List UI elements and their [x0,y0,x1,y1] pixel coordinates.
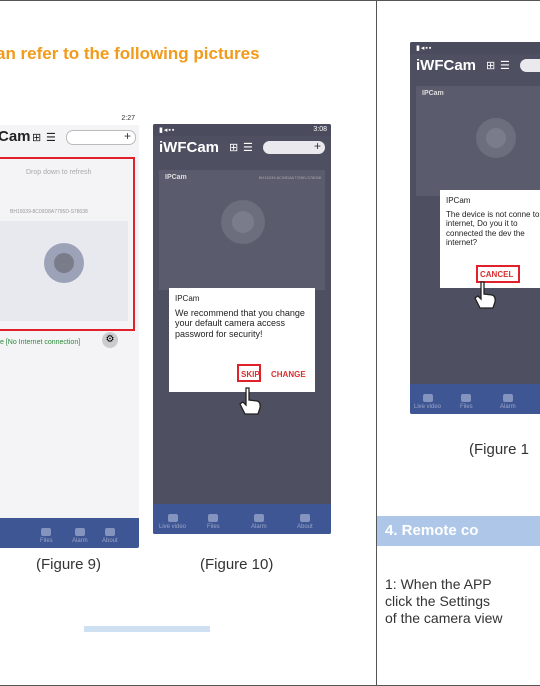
search-bar[interactable] [263,139,325,154]
tab-live-video[interactable]: Live video [159,514,186,530]
alarm-icon [74,528,85,536]
caption-figure-9: (Figure 9) [36,556,102,573]
about-icon [104,528,115,536]
status-bar: 2:27 [0,113,139,125]
phone-figure-10: ▮◂▪▪ 3:08 iWFCam ⊞ ☰ IPCam BH15039-8C09D… [153,124,331,534]
device-id: BH15039-8C09D8A7795D-S78038 [10,209,88,215]
grid-icon[interactable]: ⊞ [32,131,41,144]
tab-bar: Files Alarm About [0,518,139,548]
camera-card[interactable]: IPCam [416,86,540,196]
camera-icon [476,118,516,158]
right-column: ▮◂▪▪ iWFCam ⊞ ☰ IPCam IPCam The device i… [377,0,540,686]
folder-icon [41,528,52,536]
pointing-hand-icon [474,281,496,309]
dialog-message: We recommend that you change your defaul… [175,307,305,340]
app-bar: iWFCam ⊞ ☰ [410,54,540,78]
connect-dialog: IPCam The device is not conne to the int… [440,190,540,288]
play-icon [422,394,433,402]
highlight-box [237,364,261,382]
tab-files[interactable]: Files [207,514,220,530]
status-bar: ▮◂▪▪ 3:08 [153,124,331,136]
section-title: 4. Remote co [385,522,479,539]
app-title: iWFCam [159,139,219,156]
camera-name: IPCam [165,174,187,181]
paragraph-line: click the Settings [385,593,491,609]
app-title: Cam [0,128,31,145]
tab-files[interactable]: Files [40,528,53,544]
about-icon [299,514,310,522]
tab-bar: Live video Files Alarm About [153,504,331,534]
camera-name: IPCam [422,90,444,97]
paragraph-line: 1: When the APP [385,576,492,592]
connection-status: e [No Internet connection] [0,339,81,346]
signal-icons: ▮◂▪▪ [416,45,433,52]
section-header-bar: 4. Remote co [377,516,540,546]
app-bar: Cam ⊞ ☰ [0,125,139,149]
list-icon[interactable]: ☰ [243,141,253,154]
grid-icon[interactable]: ⊞ [486,59,495,72]
dialog-message: The device is not conne to the internet,… [446,209,540,248]
paragraph-line: of the camera view [385,610,503,626]
app-bar: iWFCam ⊞ ☰ [153,136,331,160]
left-column: an refer to the following pictures 2:27 … [0,0,377,686]
instruction-paragraph: 1: When the APP click the Settings of th… [385,576,503,627]
phone-figure-11: ▮◂▪▪ iWFCam ⊞ ☰ IPCam IPCam The device i… [410,42,540,414]
tab-bar: Live video Files Alarm [410,384,540,414]
alarm-icon [253,514,264,522]
tab-about[interactable]: About [297,514,313,530]
status-bar: ▮◂▪▪ [410,42,540,54]
search-bar[interactable] [66,129,136,145]
camera-icon [221,200,265,244]
folder-icon [208,514,219,522]
phone-figure-9: 2:27 Cam ⊞ ☰ Drop down to refresh BH1503… [0,113,139,548]
list-icon[interactable]: ☰ [46,131,56,144]
caption-figure-10: (Figure 10) [200,556,274,573]
camera-icon [44,243,84,283]
tab-files[interactable]: Files [460,394,473,410]
divider-bar [84,626,210,632]
grid-icon[interactable]: ⊞ [229,141,238,154]
dialog-title: IPCam [446,196,471,205]
camera-card[interactable]: IPCam BH15039-8C09D8A7795D-S78038 [159,170,325,290]
tab-alarm[interactable]: Alarm [500,394,516,410]
alarm-icon [502,394,513,402]
caption-figure-11: (Figure 1 [469,441,530,458]
search-bar[interactable] [520,59,540,72]
gear-icon[interactable]: ⚙ [102,332,118,348]
password-dialog: IPCam We recommend that you change your … [169,288,315,392]
camera-preview[interactable] [0,221,128,321]
tab-about[interactable]: About [102,528,118,544]
tab-live-video[interactable]: Live video [414,394,441,410]
tab-alarm[interactable]: Alarm [251,514,267,530]
list-icon[interactable]: ☰ [500,59,510,72]
pointing-hand-icon [239,387,261,415]
change-button[interactable]: CHANGE [271,370,306,380]
dialog-title: IPCam [175,294,200,303]
tab-alarm[interactable]: Alarm [72,528,88,544]
signal-icons: ▮◂▪▪ [159,127,176,134]
folder-icon [461,394,472,402]
device-id: BH15039-8C09D8A7795D-S78038 [258,175,321,180]
play-icon [167,514,178,522]
app-title: iWFCam [416,57,476,74]
section-heading: an refer to the following pictures [0,44,260,63]
